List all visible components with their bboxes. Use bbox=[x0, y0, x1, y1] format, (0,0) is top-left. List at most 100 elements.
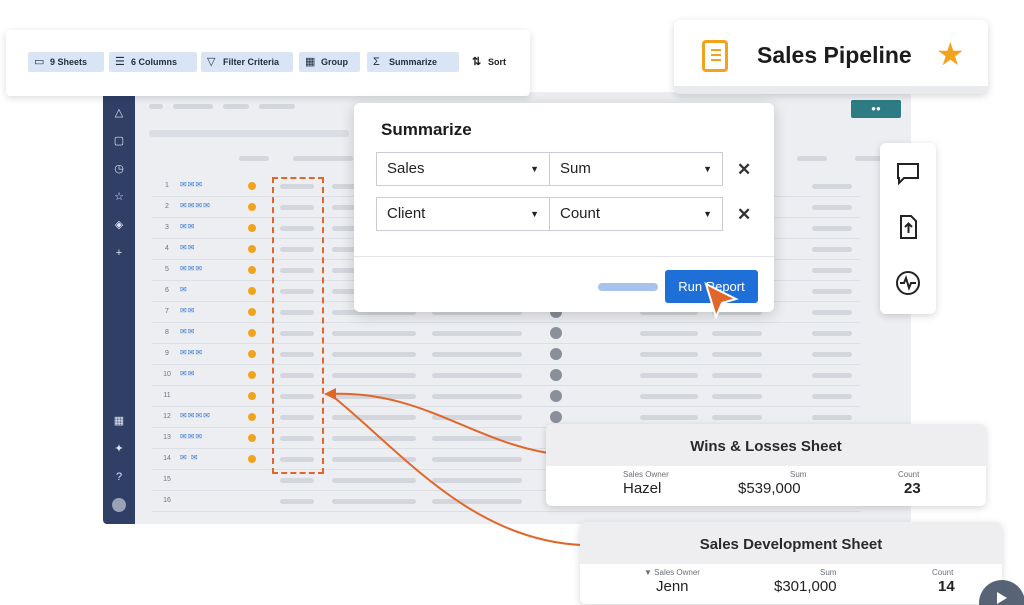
summary-card-wins: Wins & Losses Sheet Sales Owner Hazel Su… bbox=[546, 424, 986, 506]
help-icon[interactable]: ? bbox=[112, 470, 126, 484]
sum-label: Sum bbox=[820, 568, 837, 577]
row-number: 5 bbox=[165, 266, 169, 273]
function-select-value: Sum bbox=[560, 160, 591, 177]
cell-placeholder bbox=[640, 394, 698, 399]
plus-icon[interactable]: + bbox=[112, 246, 126, 260]
dialog-title: Summarize bbox=[381, 120, 472, 139]
cell-placeholder bbox=[432, 499, 522, 504]
status-dot bbox=[248, 266, 256, 274]
count-value: 23 bbox=[904, 480, 921, 497]
cell-placeholder bbox=[812, 394, 852, 399]
sum-label: Sum bbox=[790, 470, 807, 479]
cell-placeholder bbox=[432, 373, 522, 378]
status-dot bbox=[248, 371, 256, 379]
comment-icon[interactable] bbox=[894, 159, 922, 187]
status-dot bbox=[248, 350, 256, 358]
bell-icon[interactable]: △ bbox=[112, 106, 126, 120]
row-number: 11 bbox=[163, 392, 171, 399]
remove-row-2-icon[interactable]: ✕ bbox=[737, 205, 751, 225]
cell-placeholder bbox=[332, 394, 416, 399]
placeholder-bar bbox=[239, 156, 269, 161]
placeholder-bar bbox=[173, 104, 213, 109]
field-select-value: Client bbox=[387, 205, 426, 222]
share-button[interactable]: ●● bbox=[851, 100, 901, 118]
star-nav-icon[interactable]: ☆ bbox=[112, 190, 126, 204]
table-row[interactable]: 10 ✉✉ bbox=[152, 365, 860, 386]
cell-placeholder bbox=[332, 373, 416, 378]
cell-placeholder bbox=[812, 415, 852, 420]
row-action-icons[interactable]: ✉✉✉✉ bbox=[180, 201, 211, 210]
star-icon[interactable]: ★ bbox=[936, 36, 965, 72]
columns-button[interactable]: ☰ 6 Columns bbox=[109, 52, 197, 72]
row-number: 2 bbox=[165, 203, 169, 210]
user-avatar[interactable] bbox=[112, 498, 126, 512]
function-select-1[interactable]: Sum ▼ bbox=[549, 152, 723, 186]
status-dot bbox=[248, 434, 256, 442]
cell-placeholder bbox=[332, 478, 416, 483]
summarize-label: Summarize bbox=[389, 57, 438, 67]
owner-avatar bbox=[550, 348, 562, 360]
row-number: 9 bbox=[165, 350, 169, 357]
placeholder-bar bbox=[259, 104, 295, 109]
caret-down-icon: ▼ bbox=[530, 209, 539, 219]
filter-criteria-button[interactable]: ▽ Filter Criteria bbox=[201, 52, 293, 72]
apps-grid-icon[interactable]: ▦ bbox=[112, 414, 126, 428]
row-action-icons[interactable]: ✉✉ bbox=[180, 327, 195, 336]
placeholder-bar bbox=[223, 104, 249, 109]
cell-placeholder bbox=[280, 499, 314, 504]
caret-down-icon: ▼ bbox=[703, 164, 712, 174]
owner-value: Hazel bbox=[623, 480, 662, 497]
field-select-2[interactable]: Client ▼ bbox=[376, 197, 550, 231]
status-dot bbox=[248, 203, 256, 211]
activity-icon[interactable] bbox=[894, 269, 922, 297]
row-number: 10 bbox=[163, 371, 171, 378]
cancel-button[interactable] bbox=[598, 283, 658, 291]
row-action-icons[interactable]: ✉✉✉ bbox=[180, 264, 203, 273]
cell-placeholder bbox=[332, 331, 416, 336]
upload-file-icon[interactable] bbox=[894, 213, 922, 241]
row-action-icons[interactable]: ✉✉✉✉ bbox=[180, 411, 211, 420]
clock-icon[interactable]: ◷ bbox=[112, 162, 126, 176]
row-action-icons[interactable]: ✉✉✉ bbox=[180, 180, 203, 189]
left-nav: △ ▢ ◷ ☆ ◈ + ▦ ✦ ? bbox=[103, 92, 135, 524]
row-action-icons[interactable]: ✉✉ bbox=[180, 222, 195, 231]
row-number: 4 bbox=[165, 245, 169, 252]
sheets-button[interactable]: ▭ 9 Sheets bbox=[28, 52, 104, 72]
columns-label: 6 Columns bbox=[131, 57, 178, 67]
row-action-icons[interactable]: ✉✉ bbox=[180, 306, 195, 315]
remove-row-1-icon[interactable]: ✕ bbox=[737, 160, 751, 180]
row-number: 8 bbox=[165, 329, 169, 336]
placeholder-bar bbox=[149, 104, 163, 109]
cell-placeholder bbox=[812, 247, 852, 252]
row-number: 6 bbox=[165, 287, 169, 294]
function-select-2[interactable]: Count ▼ bbox=[549, 197, 723, 231]
row-number: 12 bbox=[163, 413, 171, 420]
table-row[interactable]: 11 bbox=[152, 386, 860, 407]
chevron-down-icon[interactable]: ▼ bbox=[644, 568, 652, 577]
row-action-icons[interactable]: ✉ ✉ bbox=[180, 453, 199, 462]
row-number: 16 bbox=[163, 497, 171, 504]
filter-icon: ▽ bbox=[207, 56, 216, 68]
summarize-button[interactable]: Σ Summarize bbox=[367, 52, 459, 72]
sort-button[interactable]: ⇅ Sort bbox=[468, 52, 506, 72]
sparkle-icon[interactable]: ✦ bbox=[112, 442, 126, 456]
row-action-icons[interactable]: ✉✉ bbox=[180, 243, 195, 252]
field-select-1[interactable]: Sales ▼ bbox=[376, 152, 550, 186]
filter-label: Filter Criteria bbox=[223, 57, 280, 67]
row-action-icons[interactable]: ✉✉ bbox=[180, 369, 195, 378]
workspace-icon[interactable]: ◈ bbox=[112, 218, 126, 232]
cell-placeholder bbox=[812, 289, 852, 294]
group-button[interactable]: ▦ Group bbox=[299, 52, 360, 72]
sort-label: Sort bbox=[488, 57, 506, 67]
cell-placeholder bbox=[712, 394, 762, 399]
mouse-cursor-icon bbox=[704, 282, 739, 320]
cell-placeholder bbox=[432, 415, 522, 420]
row-action-icons[interactable]: ✉✉✉ bbox=[180, 432, 203, 441]
row-number: 3 bbox=[165, 224, 169, 231]
row-action-icons[interactable]: ✉✉✉ bbox=[180, 348, 203, 357]
table-row[interactable]: 8 ✉✉ bbox=[152, 323, 860, 344]
folder-icon[interactable]: ▢ bbox=[112, 134, 126, 148]
cell-placeholder bbox=[432, 394, 522, 399]
table-row[interactable]: 9 ✉✉✉ bbox=[152, 344, 860, 365]
row-action-icons[interactable]: ✉ bbox=[180, 285, 188, 294]
